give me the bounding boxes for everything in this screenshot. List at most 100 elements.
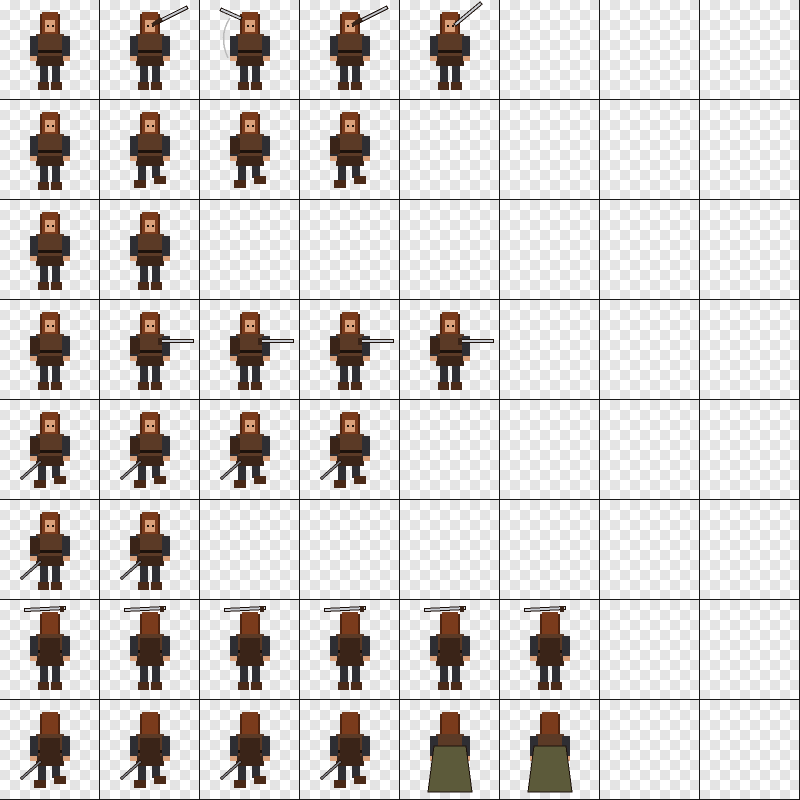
sprite-frame [500,700,600,800]
sprite-frame [400,300,500,400]
sprite-frame [0,400,100,500]
sword-icon [19,559,43,581]
character-sprite [130,212,170,290]
character-sprite [119,412,170,488]
empty-frame [700,100,800,200]
character-sprite [219,712,270,788]
character-sprite [130,312,194,390]
character-sprite [30,112,70,190]
empty-frame [700,600,800,700]
sprite-frame [0,100,100,200]
empty-frame [600,300,700,400]
sprite-frame [100,400,200,500]
character-sprite [330,312,394,390]
sprite-frame [400,0,500,100]
sword-icon [119,459,143,481]
empty-frame [500,500,600,600]
character-sprite [423,605,470,690]
sprite-frame [0,500,100,600]
character-sprite [30,212,70,290]
sprite-frame [200,600,300,700]
empty-frame [700,300,800,400]
empty-frame [600,100,700,200]
empty-frame [700,200,800,300]
sword-icon [23,605,67,613]
character-sprite [319,712,370,788]
character-sprite [319,412,370,488]
character-sprite [219,7,270,90]
sprite-frame [200,0,300,100]
sword-icon [19,459,43,481]
sprite-frame [300,400,400,500]
empty-frame [600,200,700,300]
sprite-frame [200,700,300,800]
empty-frame [600,700,700,800]
sprite-frame [100,300,200,400]
character-sprite [330,5,389,90]
character-sprite [23,605,70,690]
character-sprite [219,412,270,488]
empty-frame [500,0,600,100]
character-sprite [30,12,70,90]
sprite-frame [300,0,400,100]
sprite-frame [300,100,400,200]
sprite-frame [100,200,200,300]
empty-frame [400,100,500,200]
empty-frame [700,700,800,800]
empty-frame [200,200,300,300]
empty-frame [400,500,500,600]
sword-icon [123,605,167,613]
sprite-frame [200,400,300,500]
character-sprite [130,112,170,188]
sprite-frame [0,600,100,700]
sword-icon [119,759,143,781]
empty-frame [700,0,800,100]
sprite-frame [100,100,200,200]
empty-frame [600,400,700,500]
sword-icon [19,759,43,781]
empty-frame [700,500,800,600]
sprite-frame [0,200,100,300]
character-sprite [223,605,270,690]
sprite-frame [300,300,400,400]
sprite-frame [400,600,500,700]
sprite-frame [0,0,100,100]
character-sprite [430,312,494,390]
character-sprite [19,712,70,788]
character-sprite [330,112,370,188]
character-sprite [19,512,70,590]
sprite-frame [100,0,200,100]
sprite-frame [0,700,100,800]
empty-frame [500,300,600,400]
sword-icon [219,759,243,781]
character-sprite [430,1,483,90]
empty-frame [600,0,700,100]
sword-icon [119,559,143,581]
empty-frame [200,500,300,600]
sword-icon [319,759,343,781]
character-sprite [230,112,270,188]
sword-icon [423,605,467,613]
empty-frame [400,200,500,300]
sprite-frame [200,300,300,400]
sprite-frame [100,500,200,600]
empty-frame [500,400,600,500]
character-sprite [427,712,473,793]
sprite-frame [0,300,100,400]
sword-icon [323,605,367,613]
empty-frame [700,400,800,500]
character-sprite [230,312,294,390]
sprite-frame [100,700,200,800]
sprite-frame [100,600,200,700]
empty-frame [300,500,400,600]
sword-icon [319,459,343,481]
sprite-frame [300,600,400,700]
sprite-frame [200,100,300,200]
sprite-frame [300,700,400,800]
empty-frame [500,200,600,300]
empty-frame [600,500,700,600]
character-sprite [523,605,570,690]
character-sprite [527,712,573,793]
sword-icon [223,605,267,613]
empty-frame [500,100,600,200]
